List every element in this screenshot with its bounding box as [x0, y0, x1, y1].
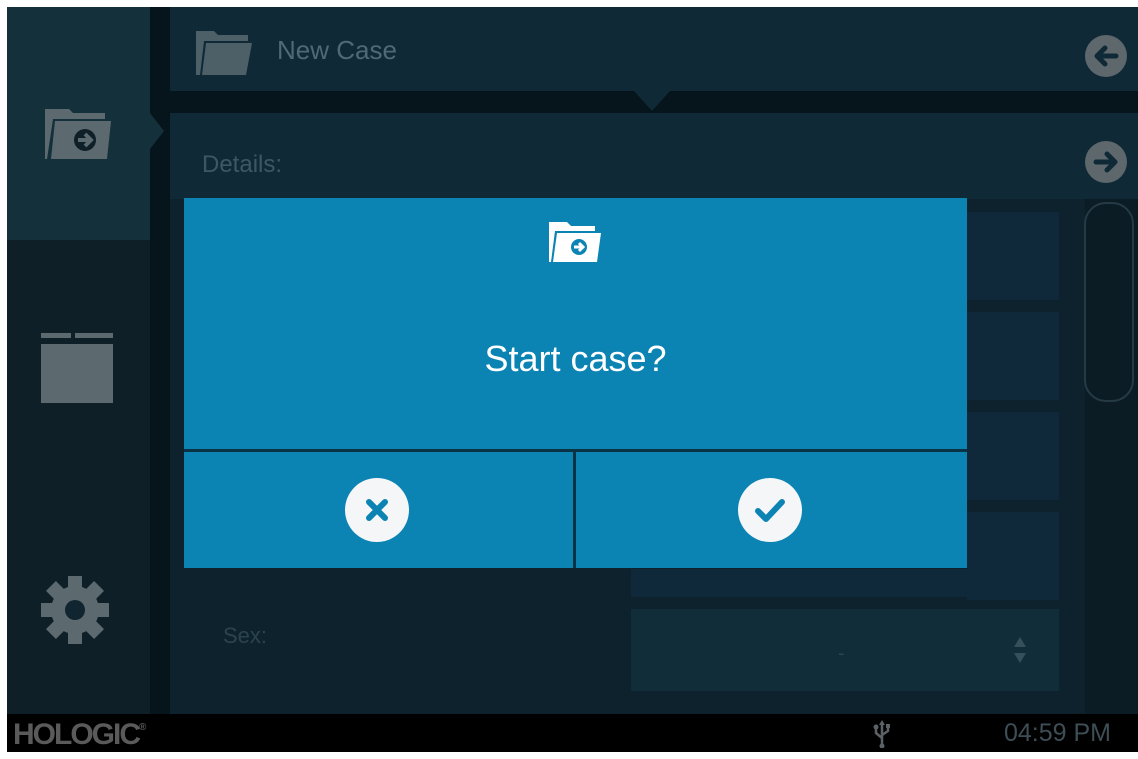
- folder-arrow-icon: [549, 222, 601, 262]
- details-label: Details:: [202, 151, 283, 178]
- form-field[interactable]: [967, 212, 1059, 300]
- confirm-button[interactable]: [576, 452, 967, 568]
- form-field[interactable]: [631, 569, 1059, 597]
- forward-arrow-icon: [1093, 151, 1118, 173]
- header-pointer: [634, 91, 670, 111]
- page-title: New Case: [277, 35, 397, 65]
- sort-arrows-icon: [1014, 637, 1026, 663]
- brand-logo: HOLOGIC®: [13, 718, 146, 752]
- rail-active-pointer: [150, 113, 164, 149]
- sex-value: -: [838, 643, 845, 664]
- dialog-body: Start case?: [184, 198, 967, 449]
- close-icon: [366, 499, 388, 521]
- sex-label: Sex:: [223, 623, 268, 648]
- check-icon: [755, 499, 785, 522]
- gear-icon[interactable]: [40, 575, 110, 645]
- dialog-message: Start case?: [484, 338, 667, 379]
- scrollbar-thumb[interactable]: [1084, 202, 1134, 402]
- brand-mark: ®: [139, 722, 147, 733]
- confirm-circle: [738, 478, 802, 542]
- form-field[interactable]: [967, 312, 1059, 400]
- status-bar: HOLOGIC® 04:59 PM: [7, 714, 1138, 752]
- clock: 04:59 PM: [1004, 719, 1112, 747]
- rail-item-new-case[interactable]: [7, 7, 150, 240]
- usb-icon: [873, 720, 890, 748]
- cancel-button[interactable]: [184, 452, 573, 568]
- folder-icon[interactable]: [41, 333, 113, 403]
- back-arrow-icon: [1094, 45, 1119, 67]
- folder-arrow-icon: [45, 109, 111, 159]
- form-field[interactable]: [967, 412, 1059, 500]
- sex-select[interactable]: -: [631, 609, 1059, 691]
- header-bar: New Case: [170, 7, 1138, 91]
- device-screen: New Case Details: Sex: - HOLOGIC® 04:59 …: [7, 7, 1138, 752]
- open-folder-icon: [196, 31, 252, 75]
- cancel-circle: [345, 478, 409, 542]
- back-button[interactable]: [1085, 35, 1127, 77]
- details-bar: Details:: [170, 113, 1138, 199]
- start-case-dialog: Start case?: [184, 198, 967, 568]
- next-button[interactable]: [1085, 141, 1127, 183]
- brand-name: HOLOGIC: [13, 718, 141, 751]
